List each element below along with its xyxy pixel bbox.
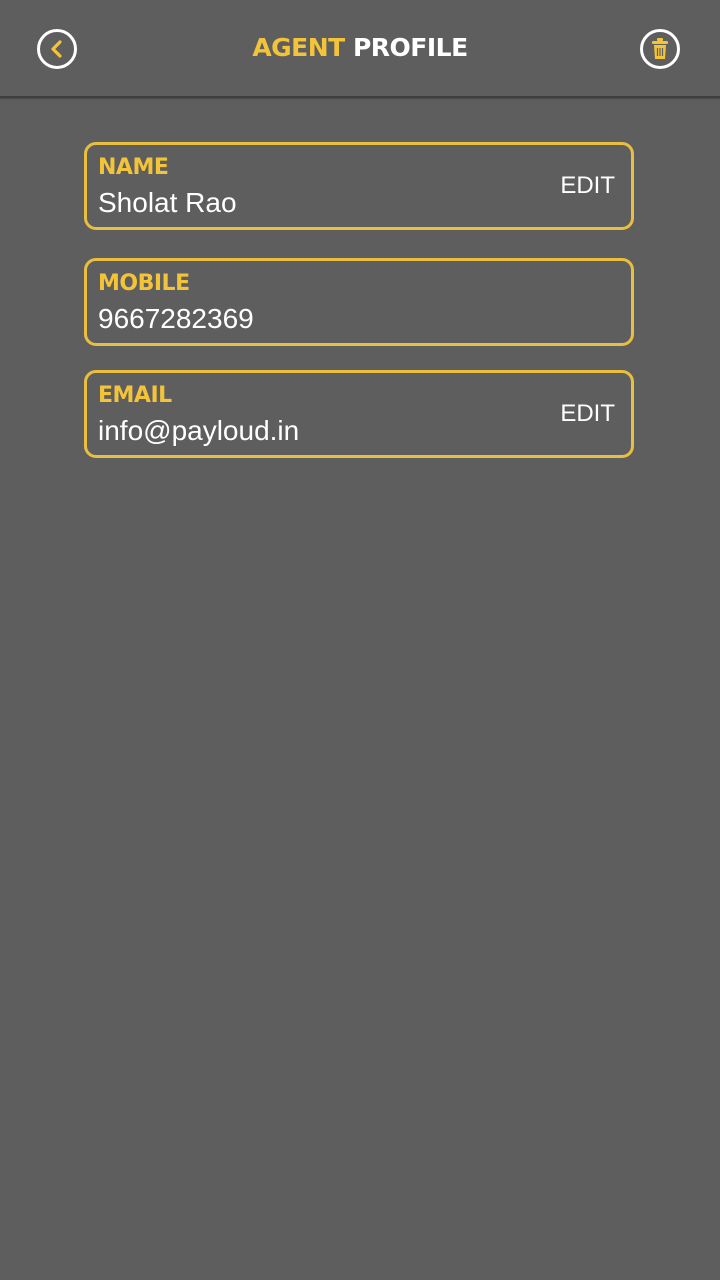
trash-icon [652,38,668,59]
page-title-profile: PROFILE [352,33,468,62]
mobile-value: 9667282369 [98,303,254,334]
delete-button[interactable] [640,29,680,69]
mobile-label: MOBILE [98,271,190,296]
email-field-card: EMAIL info@payloud.in EDIT [84,370,634,458]
edit-name-button[interactable]: EDIT [560,172,615,200]
top-app-bar: AGENT PROFILE [0,0,720,98]
mobile-field-card: MOBILE 9667282369 [84,258,634,346]
name-value: Sholat Rao [98,187,237,218]
email-value: info@payloud.in [98,415,300,446]
email-label: EMAIL [98,383,172,408]
name-label: NAME [98,155,169,180]
edit-email-button[interactable]: EDIT [560,400,615,428]
page-title: AGENT PROFILE [0,33,720,63]
page-title-agent: AGENT [252,33,345,62]
name-field-card: NAME Sholat Rao EDIT [84,142,634,230]
